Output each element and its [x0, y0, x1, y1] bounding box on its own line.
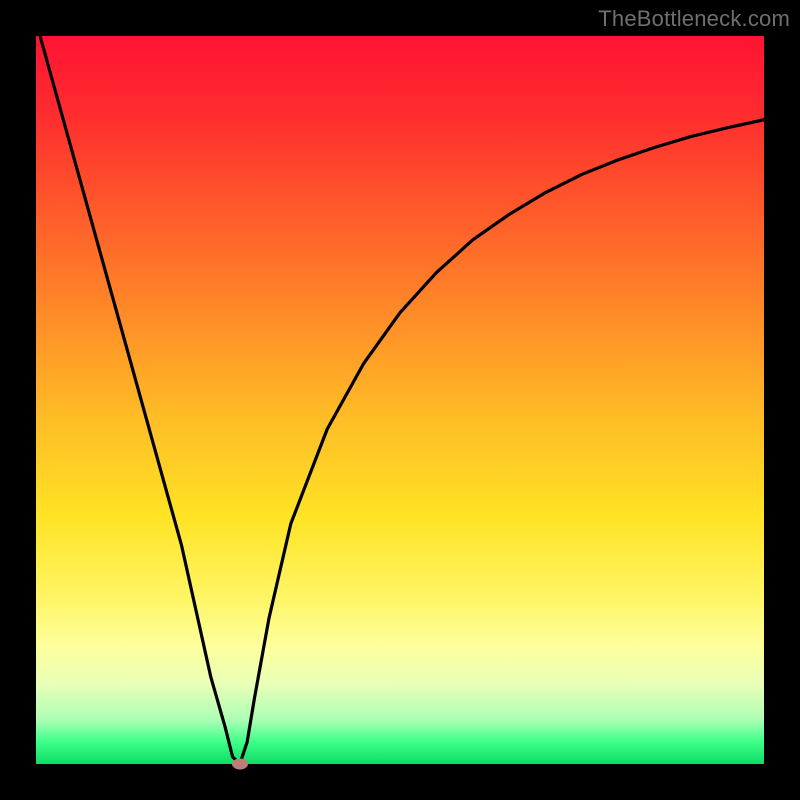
watermark-text: TheBottleneck.com: [598, 6, 790, 32]
optimal-point-marker: [232, 759, 248, 770]
bottleneck-curve: [36, 36, 764, 764]
chart-frame: TheBottleneck.com: [0, 0, 800, 800]
plot-area: [36, 36, 764, 764]
